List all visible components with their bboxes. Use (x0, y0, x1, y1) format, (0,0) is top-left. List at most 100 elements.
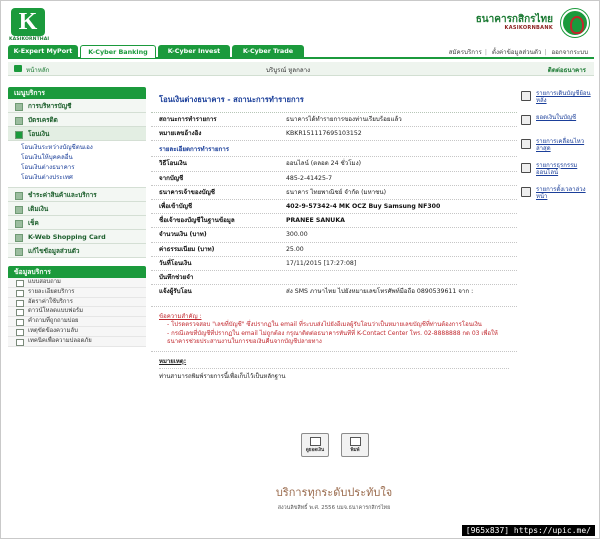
status-label: สถานะการทำรายการ (159, 116, 217, 123)
detail-value: 485-2-41425-7 (286, 174, 333, 182)
tool-faq[interactable]: คำถามที่ถูกถามบ่อย (8, 317, 146, 327)
bank-seal-icon (561, 9, 589, 37)
remark-title: หมายเหตุ: (159, 357, 187, 365)
quick-link-online-transactions[interactable]: รายการธุรกรรมออนไลน์ (521, 161, 595, 185)
remark: หมายเหตุ: ท่านสามารถพิมพ์รายการนี้เพื่อเ… (151, 352, 517, 385)
home-link[interactable]: หน้าหลัก (26, 65, 49, 75)
remark-text: ท่านสามารถพิมพ์รายการนี้เพื่อเก็บไว้เป็น… (159, 367, 509, 381)
tool-service-details[interactable]: รายละเอียดบริการ (8, 287, 146, 298)
detail-label: จำนวนเงิน (บาท) (159, 231, 207, 239)
submenu-interbank-transfer[interactable]: โอนเงินต่างธนาคาร (8, 163, 146, 173)
detail-row-fee: ค่าธรรมเนียม (บาท) 25.00 (151, 243, 517, 257)
sidebar-item-bill-payment[interactable]: ชำระค่าสินค้าและบริการ (8, 188, 146, 202)
contact-bank-link[interactable]: ติดต่อธนาคาร (548, 65, 586, 75)
sidebar-item-edit-profile[interactable]: แก้ไขข้อมูลส่วนตัว (8, 244, 146, 258)
tab-k-cyber-invest[interactable]: K-Cyber Invest (158, 45, 230, 58)
tool-service-fees[interactable]: อัตราค่าใช้บริการ (8, 297, 146, 308)
reference-label: หมายเลขอ้างอิง (159, 130, 202, 138)
quick-link-scheduled[interactable]: รายการตั้งเวลาล่วงหน้า (521, 185, 595, 209)
quick-link-account-balance[interactable]: ยอดเงินในบัญชี (521, 113, 595, 137)
detail-value: ส่ง SMS ภาษาไทย ไปยังหมายเลขโทรศัพท์มือถ… (286, 288, 474, 296)
tab-k-expert-myport[interactable]: K-Expert MyPort (8, 45, 78, 58)
quick-link-recent-activity[interactable]: รายการเคลื่อนไหวล่าสุด (521, 137, 595, 161)
home-icon[interactable] (14, 65, 22, 72)
sidebar-item-top-up[interactable]: เติมเงิน (8, 202, 146, 216)
sub-bar: หน้าหลัก บริบูรณ์ หูลกลาง ติดต่อธนาคาร (8, 62, 594, 76)
important-note: ข้อความสำคัญ : - โปรดตรวจสอบ "เลขที่บัญช… (151, 307, 517, 352)
quick-links: รายการเดินบัญชีย้อนหลัง ยอดเงินในบัญชี ร… (521, 89, 595, 209)
printer-icon (350, 437, 361, 446)
detail-row-date: วันที่โอนเงิน 17/11/2015 [17:27:08] (151, 257, 517, 271)
service-info-title: ข้อมูลบริการ (8, 266, 146, 278)
note-line: - กรณีเลขที่บัญชีที่ปรากฏใน email ไม่ถูก… (167, 329, 498, 346)
reference-row: หมายเลขอ้างอิง KBKR151117695103152 (151, 127, 517, 142)
detail-label: แจ้งผู้รับโอน (159, 288, 192, 296)
detail-label: บันทึกช่วยจำ (159, 273, 194, 281)
page-title: โอนเงินต่างธนาคาร - สถานะการทำรายการ (151, 87, 517, 113)
submenu-international-transfer[interactable]: โอนเงินต่างประเทศ (8, 173, 146, 183)
detail-value: 25.00 (286, 245, 304, 253)
page-frame: K KASIKORNTHAI ธนาคารกสิกรไทย KASIKORNBA… (0, 0, 600, 539)
bank-sub-name: KASIKORNBANK (504, 25, 553, 31)
detail-row-notify: แจ้งผู้รับโอน ส่ง SMS ภาษาไทย ไปยังหมายเ… (151, 285, 517, 308)
tool-survey[interactable]: แบบสอบถาม (8, 278, 146, 288)
settings-link[interactable]: ตั้งค่าข้อมูลส่วนตัว (492, 49, 541, 56)
detail-label: ค่าธรรมเนียม (บาท) (159, 245, 215, 253)
view-balance-button[interactable]: ดูยอดเงิน (301, 433, 329, 457)
k-logo-icon: K (11, 8, 45, 36)
detail-row-memo: บันทึกช่วยจำ (151, 271, 517, 286)
tab-k-cyber-banking[interactable]: K-Cyber Banking (80, 45, 156, 58)
quick-link-statement-history[interactable]: รายการเดินบัญชีย้อนหลัง (521, 89, 595, 113)
balance-icon (521, 115, 531, 125)
detail-row-method: วิธีโอนเงิน ออนไลน์ (ตลอด 24 ชั่วโมง) (151, 157, 517, 172)
reference-value: KBKR151117695103152 (286, 130, 362, 138)
detail-label: ชื่อเจ้าของบัญชีในฐานข้อมูล (159, 217, 235, 225)
detail-value: ธนาคาร ไทยพาณิชย์ จำกัด (มหาชน) (286, 188, 387, 196)
balance-icon (310, 437, 321, 446)
detail-row-from-account: จากบัญชี 485-2-41425-7 (151, 172, 517, 186)
detail-label: เพื่อเข้าบัญชี (159, 202, 193, 210)
tool-download-forms[interactable]: ดาวน์โหลดแบบฟอร์ม (8, 307, 146, 318)
quick-link-label: รายการตั้งเวลาล่วงหน้า (536, 186, 586, 201)
apply-link[interactable]: สมัครบริการ (449, 49, 482, 56)
view-balance-label: ดูยอดเงิน (305, 448, 325, 453)
detail-value: 300.00 (286, 231, 308, 239)
sidebar-item-account-management[interactable]: การบริหารบัญชี (8, 99, 146, 113)
detail-label: ธนาคารเจ้าของบัญชี (159, 188, 215, 196)
transfer-submenu: โอนเงินระหว่างบัญชีตนเอง โอนเงินให้บุคคล… (8, 141, 146, 188)
submenu-third-party-transfer[interactable]: โอนเงินให้บุคคลอื่น (8, 153, 146, 163)
product-tab-bar: K-Expert MyPort K-Cyber Banking K-Cyber … (8, 45, 594, 59)
sidebar-item-k-web-shopping-card[interactable]: K-Web Shopping Card (8, 230, 146, 244)
detail-row-bank: ธนาคารเจ้าของบัญชี ธนาคาร ไทยพาณิชย์ จำก… (151, 186, 517, 200)
quick-link-label: รายการธุรกรรมออนไลน์ (536, 162, 578, 177)
sidebar-item-cheque[interactable]: เช็ค (8, 216, 146, 230)
image-watermark: [965x837] https://upic.me/ (461, 525, 595, 536)
detail-value: PRANEE SANUKA (286, 217, 345, 225)
detail-row-to-account: เพื่อเข้าบัญชี 402-9-57342-4 MK OCZ Buy … (151, 200, 517, 215)
print-button[interactable]: พิมพ์ (341, 433, 369, 457)
tool-privacy[interactable]: เหตุขัดข้องความลับ (8, 326, 146, 337)
statement-icon (521, 91, 531, 101)
tool-security-tips[interactable]: เทคนิคเพื่อความปลอดภัย (8, 336, 146, 347)
main-content: โอนเงินต่างธนาคาร - สถานะการทำรายการ สถา… (151, 87, 517, 385)
detail-row-account-name: ชื่อเจ้าของบัญชีในฐานข้อมูล PRANEE SANUK… (151, 214, 517, 229)
kbank-logo[interactable]: K KASIKORNTHAI (9, 8, 49, 46)
status-row: สถานะการทำรายการ ธนาคารได้ทำรายการของท่า… (151, 113, 517, 128)
sidebar-item-transfer[interactable]: โอนเงิน (8, 127, 146, 141)
logout-link[interactable]: ออกจากระบบ (551, 49, 588, 56)
detail-value: 402-9-57342-4 MK OCZ Buy Samsung NF300 (286, 202, 441, 210)
sidebar-item-credit-card[interactable]: บัตรเครดิต (8, 113, 146, 127)
recent-activity-icon (521, 139, 531, 149)
clock-icon (521, 187, 531, 197)
tab-k-cyber-trade[interactable]: K-Cyber Trade (232, 45, 304, 58)
footer-slogan: บริการทุกระดับประทับใจ (275, 487, 393, 499)
logo-text: KASIKORNTHAI (9, 37, 50, 42)
detail-label: วิธีโอนเงิน (159, 160, 187, 168)
submenu-own-account-transfer[interactable]: โอนเงินระหว่างบัญชีตนเอง (8, 143, 146, 153)
quick-link-label: รายการเคลื่อนไหวล่าสุด (536, 138, 585, 153)
quick-link-label: ยอดเงินในบัญชี (536, 114, 577, 121)
online-transactions-icon (521, 163, 531, 173)
detail-value: 17/11/2015 [17:27:08] (286, 259, 357, 267)
action-buttons: ดูยอดเงิน พิมพ์ (151, 433, 517, 457)
user-name: บริบูรณ์ หูลกลาง (266, 67, 311, 74)
